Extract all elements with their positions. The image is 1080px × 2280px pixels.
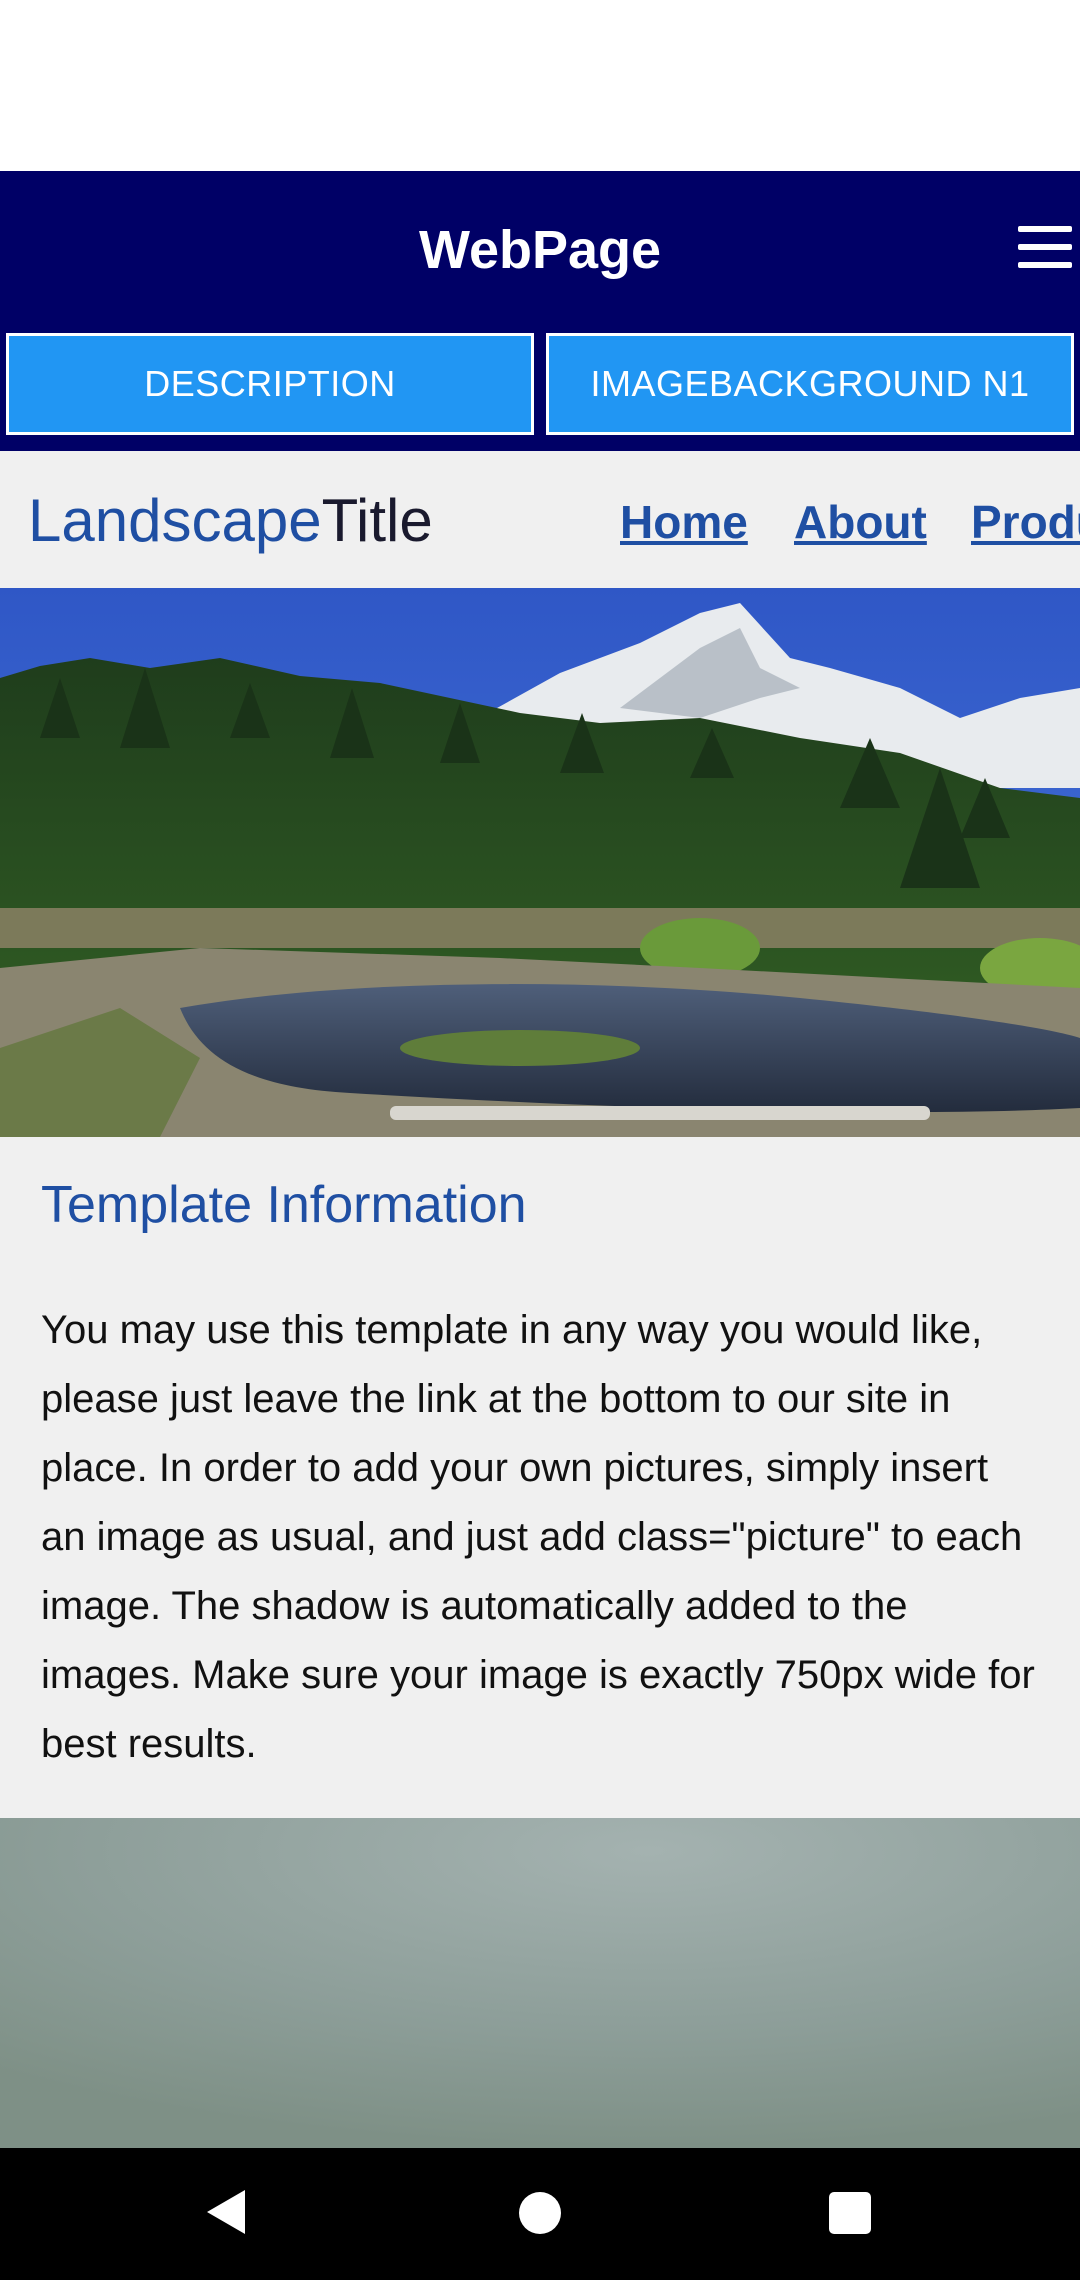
imagebackground-button[interactable]: IMAGEBACKGROUND N1	[546, 333, 1074, 435]
back-triangle-icon[interactable]	[205, 2188, 247, 2241]
hamburger-menu-icon[interactable]	[1018, 226, 1072, 270]
recents-square-icon[interactable]	[829, 2192, 871, 2234]
background-image	[0, 1818, 1080, 2148]
app-title: WebPage	[418, 220, 662, 280]
nav-link-home[interactable]: Home	[620, 492, 748, 552]
status-bar	[0, 0, 1080, 171]
nav-link-about[interactable]: About	[794, 492, 927, 552]
nav-link-products[interactable]: Products	[971, 492, 1080, 552]
hero-landscape-image	[0, 588, 1080, 1137]
description-button[interactable]: DESCRIPTION	[6, 333, 534, 435]
site-nav: Home About Products	[0, 451, 1080, 588]
home-circle-icon[interactable]	[519, 2192, 561, 2234]
section-paragraph: You may use this template in any way you…	[41, 1308, 1035, 1766]
section-heading: Template Information	[41, 1176, 527, 1234]
